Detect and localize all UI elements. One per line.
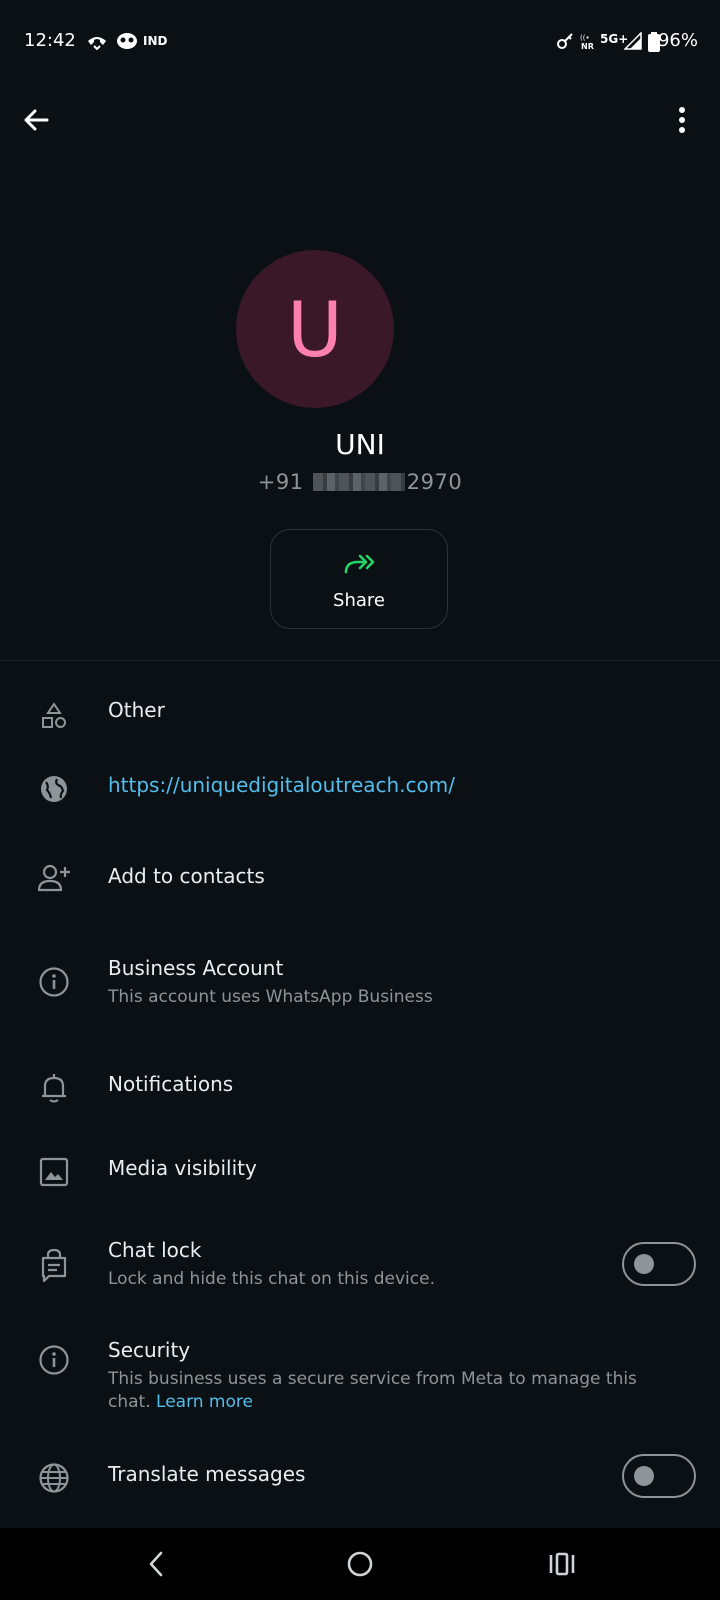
chat-lock-toggle[interactable] — [622, 1242, 696, 1286]
back-button[interactable] — [16, 100, 56, 140]
avatar[interactable]: U — [236, 250, 394, 408]
nav-home-button[interactable] — [342, 1546, 378, 1582]
carrier-tag: IND — [143, 34, 168, 48]
system-nav-bar — [0, 1528, 720, 1600]
row-business-account[interactable]: Business Account This account uses Whats… — [0, 946, 720, 1036]
contact-phone: +91 2970 — [0, 470, 720, 494]
phone-redacted-digits — [312, 473, 405, 491]
status-time: 12:42 — [24, 30, 76, 51]
chat-lock-subtitle: Lock and hide this chat on this device. — [108, 1269, 435, 1289]
business-account-title: Business Account — [108, 956, 284, 980]
row-category: Other — [0, 690, 720, 750]
info-icon — [36, 964, 72, 1000]
row-chat-lock[interactable]: Chat lock Lock and hide this chat on thi… — [0, 1228, 720, 1318]
notifications-label: Notifications — [108, 1072, 234, 1096]
svg-text:((•: ((• — [580, 34, 590, 42]
category-label: Other — [108, 698, 165, 722]
more-options-button[interactable] — [662, 100, 702, 140]
shapes-icon — [36, 698, 72, 734]
face-icon — [116, 32, 138, 54]
row-website[interactable]: https://uniquedigitaloutreach.com/ — [0, 765, 720, 825]
learn-more-link[interactable]: Learn more — [156, 1392, 253, 1412]
share-label: Share — [333, 590, 385, 611]
phone-prefix: +91 — [257, 470, 304, 494]
nav-recents-icon — [549, 1552, 575, 1576]
row-media-visibility[interactable]: Media visibility — [0, 1140, 720, 1216]
phone-suffix: 2970 — [406, 470, 463, 494]
nav-recents-button[interactable] — [544, 1546, 580, 1582]
nav-back-icon — [149, 1551, 163, 1577]
info-icon — [36, 1342, 72, 1378]
arrow-back-icon — [24, 109, 49, 131]
volte-icon: ((• NR — [580, 33, 596, 55]
security-subtitle: This business uses a secure service from… — [108, 1368, 668, 1414]
key-icon — [556, 32, 574, 54]
nav-back-button[interactable] — [138, 1546, 174, 1582]
row-add-contacts[interactable]: Add to contacts — [0, 848, 720, 928]
add-person-icon — [36, 860, 72, 896]
security-title: Security — [108, 1338, 191, 1362]
call-active-icon — [86, 32, 108, 54]
contact-info-screen: 12:42 IND ((•NR 5G+ 96% U UNI +91 2970 — [0, 0, 720, 1600]
battery-percent: 96% — [657, 30, 698, 51]
toggle-knob — [634, 1466, 654, 1486]
signal-icon — [623, 31, 642, 54]
globe-grid-icon — [36, 1460, 72, 1496]
add-contacts-label: Add to contacts — [108, 864, 265, 888]
svg-text:NR: NR — [581, 42, 594, 51]
bell-icon — [36, 1070, 72, 1106]
chat-lock-title: Chat lock — [108, 1238, 202, 1262]
media-visibility-label: Media visibility — [108, 1156, 257, 1180]
row-notifications[interactable]: Notifications — [0, 1056, 720, 1132]
row-translate-messages[interactable]: Translate messages — [0, 1452, 720, 1528]
row-security[interactable]: Security This business uses a secure ser… — [0, 1338, 720, 1438]
image-icon — [36, 1154, 72, 1190]
business-account-subtitle: This account uses WhatsApp Business — [108, 987, 433, 1007]
more-vert-icon — [679, 107, 685, 133]
section-divider — [0, 660, 720, 661]
share-forward-icon — [343, 552, 377, 580]
toggle-knob — [634, 1254, 654, 1274]
chat-lock-icon — [36, 1248, 72, 1284]
share-button[interactable]: Share — [270, 529, 448, 629]
globe-icon — [36, 771, 72, 807]
translate-messages-toggle[interactable] — [622, 1454, 696, 1498]
contact-name: UNI — [335, 428, 385, 461]
website-link[interactable]: https://uniquedigitaloutreach.com/ — [108, 773, 455, 797]
nav-home-icon — [347, 1551, 373, 1577]
translate-messages-label: Translate messages — [108, 1462, 306, 1486]
status-bar: 12:42 IND ((• NR 5G+ 96% — [0, 0, 720, 88]
